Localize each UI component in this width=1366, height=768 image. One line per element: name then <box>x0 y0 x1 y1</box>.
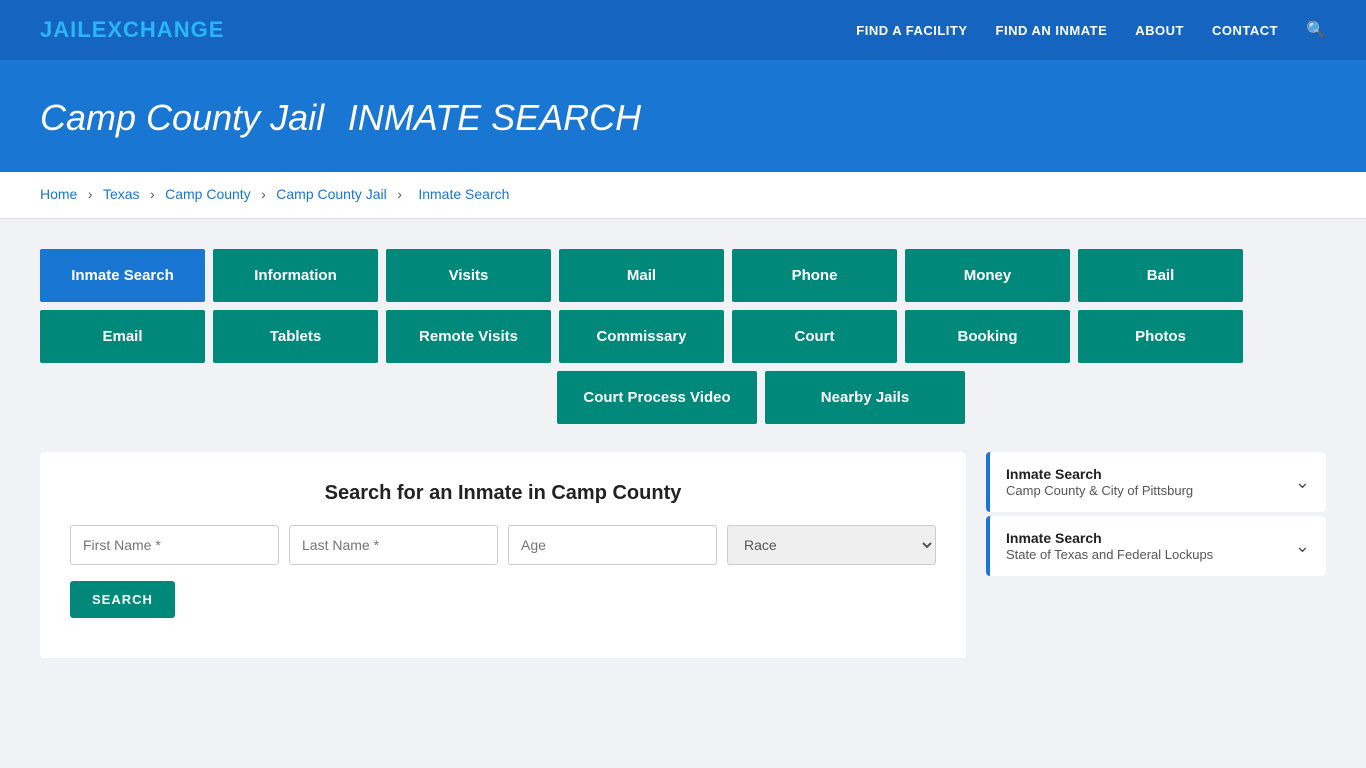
site-logo[interactable]: JAILEXCHANGE <box>40 17 224 43</box>
breadcrumb-camp-county[interactable]: Camp County <box>165 186 251 202</box>
main-layout: Search for an Inmate in Camp County Race… <box>40 452 1326 658</box>
search-icon[interactable]: 🔍 <box>1306 20 1326 40</box>
sidebar-card-texas-federal: Inmate Search State of Texas and Federal… <box>986 516 1326 576</box>
breadcrumb-texas[interactable]: Texas <box>103 186 140 202</box>
tile-money[interactable]: Money <box>905 249 1070 302</box>
chevron-down-icon-2: ⌄ <box>1295 536 1310 557</box>
site-header: JAILEXCHANGE FIND A FACILITY FIND AN INM… <box>0 0 1366 60</box>
tile-booking[interactable]: Booking <box>905 310 1070 363</box>
search-form-title: Search for an Inmate in Camp County <box>70 482 936 505</box>
breadcrumb: Home › Texas › Camp County › Camp County… <box>0 172 1366 219</box>
hero-banner: Camp County Jail INMATE SEARCH <box>0 60 1366 172</box>
nav-about[interactable]: ABOUT <box>1135 23 1184 38</box>
last-name-input[interactable] <box>289 525 498 565</box>
tiles-row-2: Email Tablets Remote Visits Commissary C… <box>40 310 1326 363</box>
tile-information[interactable]: Information <box>213 249 378 302</box>
tile-nearby-jails[interactable]: Nearby Jails <box>765 371 965 424</box>
tile-tablets[interactable]: Tablets <box>213 310 378 363</box>
tile-photos[interactable]: Photos <box>1078 310 1243 363</box>
first-name-input[interactable] <box>70 525 279 565</box>
tiles-row-3: Court Process Video Nearby Jails <box>196 371 1326 424</box>
breadcrumb-current: Inmate Search <box>418 186 509 202</box>
search-button[interactable]: SEARCH <box>70 581 175 618</box>
main-content: Inmate Search Information Visits Mail Ph… <box>0 219 1366 688</box>
inmate-search-form: Search for an Inmate in Camp County Race… <box>40 452 966 658</box>
tile-bail[interactable]: Bail <box>1078 249 1243 302</box>
sidebar-card-camp-county-header[interactable]: Inmate Search Camp County & City of Pitt… <box>986 452 1326 512</box>
chevron-down-icon: ⌄ <box>1295 472 1310 493</box>
breadcrumb-camp-county-jail[interactable]: Camp County Jail <box>276 186 387 202</box>
sidebar: Inmate Search Camp County & City of Pitt… <box>986 452 1326 580</box>
nav-contact[interactable]: CONTACT <box>1212 23 1278 38</box>
sidebar-card-camp-county-title: Inmate Search Camp County & City of Pitt… <box>1006 466 1193 498</box>
tile-email[interactable]: Email <box>40 310 205 363</box>
tile-phone[interactable]: Phone <box>732 249 897 302</box>
search-name-row: Race <box>70 525 936 565</box>
tile-court-process-video[interactable]: Court Process Video <box>557 371 757 424</box>
tile-inmate-search[interactable]: Inmate Search <box>40 249 205 302</box>
tiles-row-1: Inmate Search Information Visits Mail Ph… <box>40 249 1326 302</box>
tile-court[interactable]: Court <box>732 310 897 363</box>
sidebar-card-texas-federal-header[interactable]: Inmate Search State of Texas and Federal… <box>986 516 1326 576</box>
sidebar-card-texas-federal-title: Inmate Search State of Texas and Federal… <box>1006 530 1213 562</box>
breadcrumb-home[interactable]: Home <box>40 186 77 202</box>
nav-tiles: Inmate Search Information Visits Mail Ph… <box>40 249 1326 424</box>
sidebar-card-camp-county: Inmate Search Camp County & City of Pitt… <box>986 452 1326 512</box>
page-title: Camp County Jail INMATE SEARCH <box>40 92 1326 140</box>
race-select[interactable]: Race <box>727 525 936 565</box>
age-input[interactable] <box>508 525 717 565</box>
tile-visits[interactable]: Visits <box>386 249 551 302</box>
tile-mail[interactable]: Mail <box>559 249 724 302</box>
tile-commissary[interactable]: Commissary <box>559 310 724 363</box>
logo-jail: JAIL <box>40 17 92 42</box>
nav-find-facility[interactable]: FIND A FACILITY <box>856 23 967 38</box>
logo-exchange: EXCHANGE <box>92 17 225 42</box>
nav-find-inmate[interactable]: FIND AN INMATE <box>996 23 1108 38</box>
tile-remote-visits[interactable]: Remote Visits <box>386 310 551 363</box>
main-nav: FIND A FACILITY FIND AN INMATE ABOUT CON… <box>856 20 1326 40</box>
